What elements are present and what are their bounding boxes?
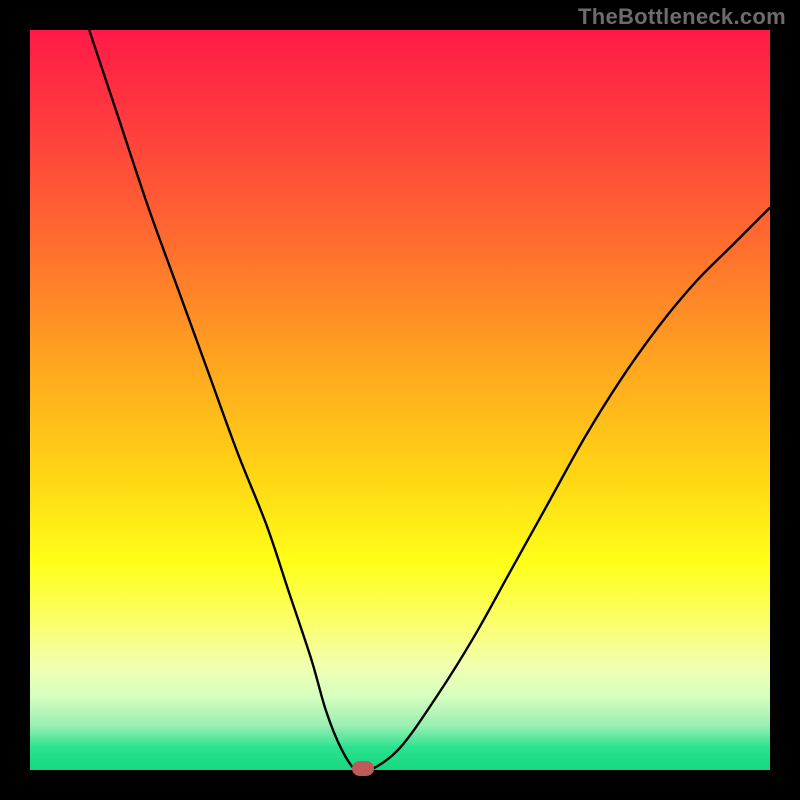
chart-frame: TheBottleneck.com — [0, 0, 800, 800]
bottleneck-marker — [352, 761, 374, 776]
watermark-text: TheBottleneck.com — [578, 4, 786, 30]
bottleneck-curve — [30, 30, 770, 770]
curve-path — [89, 30, 770, 773]
